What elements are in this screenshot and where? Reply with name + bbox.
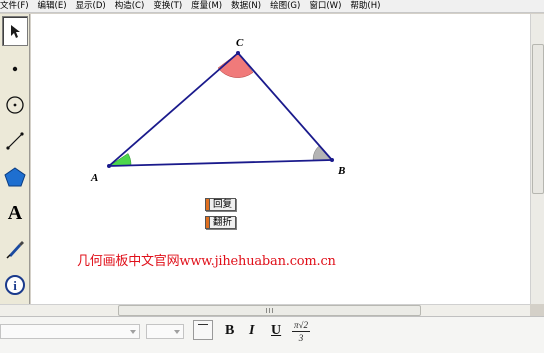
point-tool[interactable]: [2, 54, 28, 84]
restore-button-label: 回复: [213, 199, 233, 210]
marker-tool[interactable]: [2, 234, 28, 264]
angle-mark-b: [312, 145, 333, 161]
restore-button[interactable]: 回复: [205, 198, 237, 211]
math-symbol-top: π√2: [294, 320, 308, 330]
menu-item[interactable]: 绘图(G): [266, 0, 305, 13]
point-icon: [12, 66, 18, 72]
menu-item[interactable]: 文件(F): [0, 0, 34, 13]
vertical-scrollbar[interactable]: [530, 14, 544, 304]
toolbox: A i: [0, 14, 30, 306]
chevron-down-icon: [174, 330, 180, 334]
info-icon: i: [5, 275, 25, 295]
point-a: [107, 164, 111, 168]
font-family-select[interactable]: [0, 324, 140, 339]
segment-bc: [237, 52, 333, 161]
menu-item[interactable]: 度量(M): [187, 0, 227, 13]
segment-icon: [6, 132, 24, 150]
bold-button[interactable]: B: [225, 323, 234, 339]
fraction-bar: [292, 331, 310, 332]
menu-item[interactable]: 编辑(E): [34, 0, 72, 13]
segment-ab: [108, 159, 333, 167]
math-symbol-button[interactable]: π√2 3: [290, 320, 312, 343]
menu-item[interactable]: 帮助(H): [346, 0, 385, 13]
text-format-toolbar: B I U π√2 3: [0, 316, 544, 353]
menu-item[interactable]: 变换(T): [149, 0, 187, 13]
point-c: [236, 51, 240, 55]
text-a-icon: A: [7, 202, 23, 224]
marker-pen-icon: [6, 241, 24, 259]
sketch-canvas[interactable]: A B C 回复 翻折 几何画板中文官网www.jihehuaban.com.c…: [31, 14, 530, 304]
menu-item[interactable]: 构造(C): [111, 0, 150, 13]
point-label-a: A: [91, 172, 99, 184]
arrow-icon: [11, 25, 20, 38]
scrollbar-corner: [530, 304, 544, 316]
menu-item[interactable]: 显示(D): [72, 0, 111, 13]
italic-button[interactable]: I: [249, 323, 254, 339]
vertical-scroll-thumb[interactable]: [532, 44, 544, 194]
chevron-down-icon: [130, 330, 136, 334]
segment-ca: [108, 52, 239, 167]
scroll-grip-icon: [266, 308, 273, 313]
text-tool[interactable]: A: [2, 198, 28, 228]
point-b: [330, 158, 334, 162]
underline-button[interactable]: U: [271, 323, 281, 339]
arrow-select-tool[interactable]: [2, 16, 28, 46]
fold-button[interactable]: 翻折: [205, 216, 237, 229]
polygon-tool[interactable]: [2, 162, 28, 192]
point-label-b: B: [338, 165, 346, 177]
svg-text:i: i: [13, 278, 17, 293]
polygon-icon: [4, 167, 26, 187]
horizontal-scroll-thumb[interactable]: [118, 305, 421, 316]
circle-icon: [6, 96, 24, 114]
menubar: 文件(F) 编辑(E) 显示(D) 构造(C) 变换(T) 度量(M) 数据(N) 绘图(G)…: [0, 0, 544, 13]
menu-item[interactable]: 数据(N): [227, 0, 266, 13]
straightedge-tool[interactable]: [2, 126, 28, 156]
point-label-c: C: [236, 37, 244, 49]
horizontal-scrollbar[interactable]: [0, 304, 530, 316]
watermark-text: 几何画板中文官网www.jihehuaban.com.cn: [77, 254, 336, 269]
text-color-button[interactable]: [193, 320, 213, 340]
menu-item[interactable]: 窗口(W): [305, 0, 346, 13]
information-tool[interactable]: i: [2, 270, 28, 300]
font-size-select[interactable]: [146, 324, 184, 339]
math-symbol-bottom: 3: [298, 333, 304, 343]
fold-button-label: 翻折: [213, 217, 233, 228]
compass-tool[interactable]: [2, 90, 28, 120]
